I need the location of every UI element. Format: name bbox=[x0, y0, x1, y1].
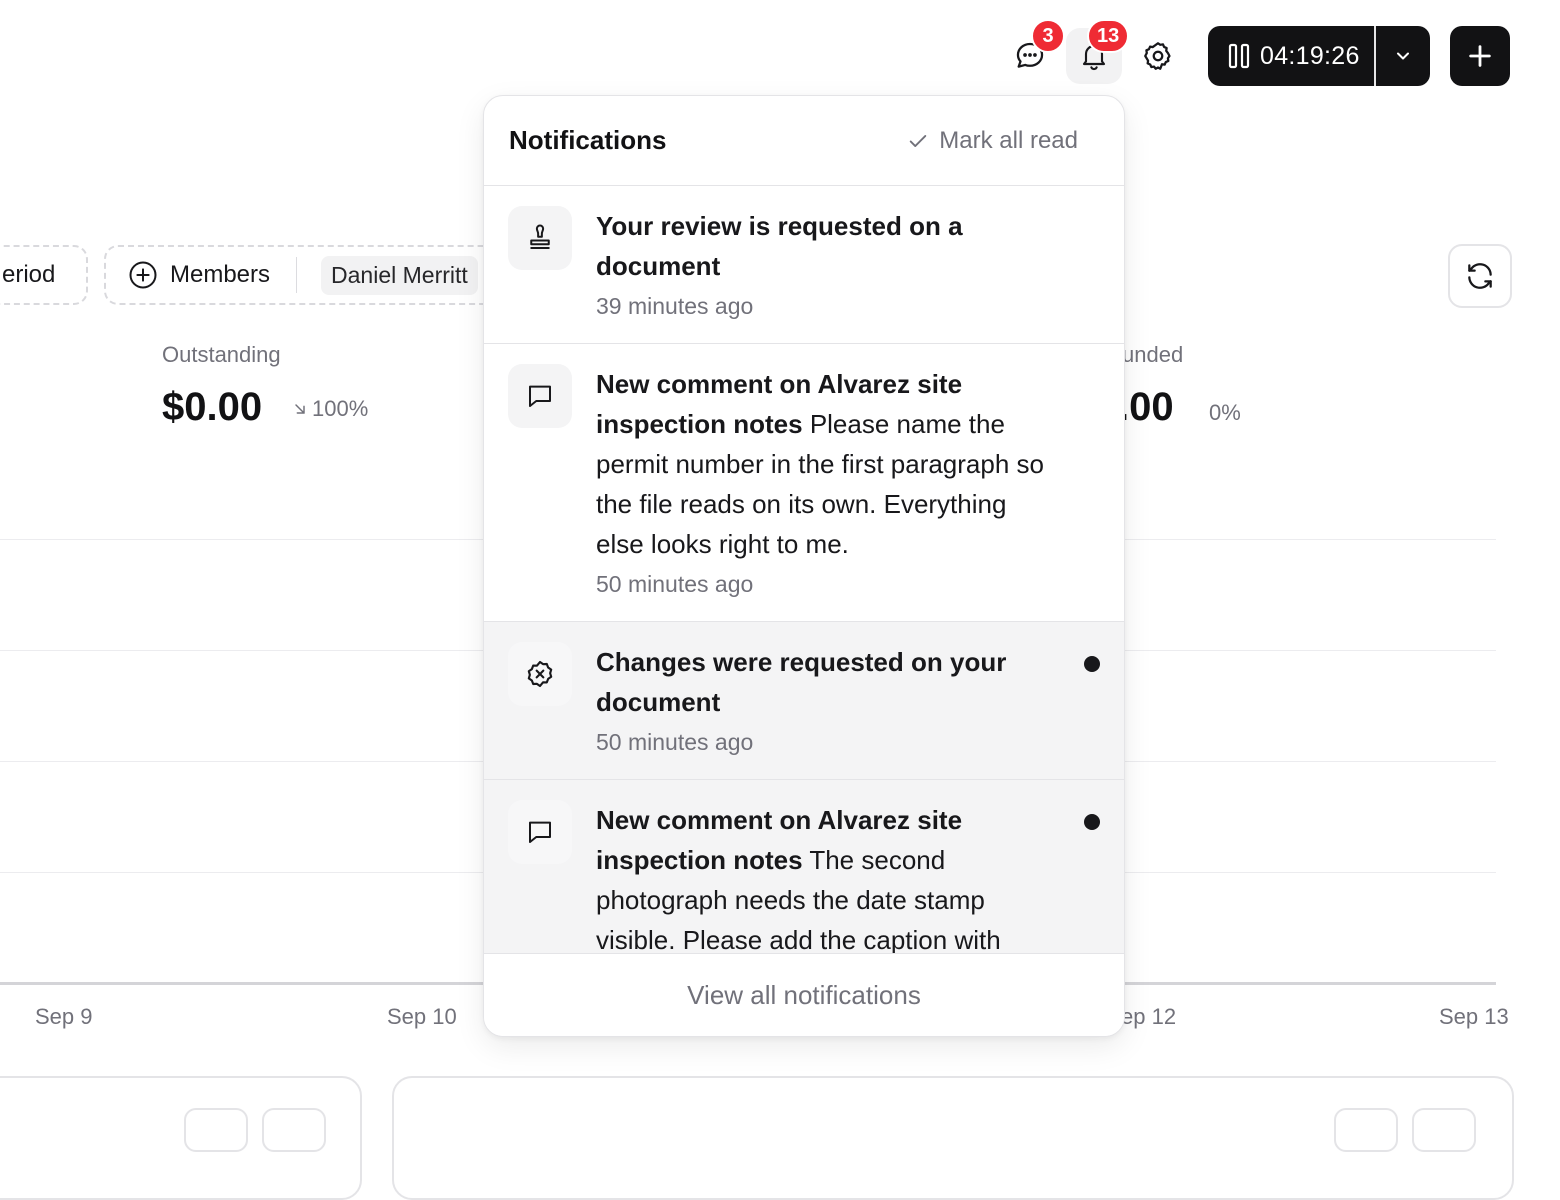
outstanding-change-value: 100% bbox=[312, 396, 369, 421]
card-button[interactable] bbox=[184, 1108, 248, 1152]
timer-pause-button[interactable]: 04:19:26 bbox=[1208, 42, 1374, 71]
notification-icon-wrap bbox=[508, 206, 572, 270]
notification-time: 39 minutes ago bbox=[596, 293, 754, 319]
notifications-title: Notifications bbox=[509, 125, 667, 155]
notification-time: 50 minutes ago bbox=[596, 571, 754, 597]
view-all-notifications-button[interactable]: View all notifications bbox=[484, 953, 1124, 1036]
chevron-down-icon bbox=[1397, 52, 1409, 60]
members-filter-label: Members bbox=[170, 261, 271, 288]
notifications-header: Notifications Mark all read bbox=[484, 96, 1124, 186]
x-tick-label: ep 12 bbox=[1121, 1004, 1177, 1029]
refresh-icon bbox=[1468, 263, 1492, 289]
x-tick-label: Sep 9 bbox=[35, 1004, 93, 1029]
x-tick-label: Sep 13 bbox=[1439, 1004, 1509, 1029]
notification-item[interactable]: Changes were requested on your document … bbox=[484, 622, 1124, 780]
mark-all-read-label: Mark all read bbox=[939, 126, 1078, 154]
member-tag: Daniel Merritt bbox=[321, 255, 478, 295]
card-button[interactable] bbox=[262, 1108, 326, 1152]
view-all-label: View all notifications bbox=[687, 979, 921, 1010]
notification-item[interactable]: New comment on Alvarez site inspection n… bbox=[484, 780, 1124, 955]
refunded-value: .00 bbox=[1118, 385, 1174, 429]
unread-dot bbox=[1084, 814, 1100, 830]
outstanding-label: Outstanding bbox=[162, 342, 281, 367]
pause-icon bbox=[1228, 43, 1250, 69]
check-icon bbox=[910, 134, 927, 147]
notification-title: Changes were requested on your document bbox=[596, 647, 1007, 717]
plus-circle-icon bbox=[129, 261, 157, 289]
notification-icon-wrap bbox=[508, 364, 572, 428]
unread-dot bbox=[1084, 656, 1100, 672]
timer-divider bbox=[1374, 26, 1376, 86]
refunded-change: 0% bbox=[1209, 400, 1241, 426]
notification-icon-wrap bbox=[508, 800, 572, 864]
messages-badge: 3 bbox=[1031, 19, 1065, 53]
x-tick-label: Sep 10 bbox=[387, 1004, 457, 1029]
card-button[interactable] bbox=[1412, 1108, 1476, 1152]
refresh-button[interactable] bbox=[1448, 244, 1512, 308]
stamp-icon bbox=[530, 224, 550, 249]
notification-item[interactable]: Your review is requested on a document 3… bbox=[484, 186, 1124, 344]
outstanding-value: $0.00 bbox=[162, 385, 263, 429]
period-filter[interactable]: eriod bbox=[0, 245, 88, 305]
card-button[interactable] bbox=[1334, 1108, 1398, 1152]
refunded-label: unded bbox=[1122, 342, 1184, 367]
period-filter-label: eriod bbox=[2, 261, 56, 288]
comment-icon bbox=[529, 821, 551, 843]
gear-icon bbox=[1144, 42, 1171, 70]
settings-button[interactable] bbox=[1130, 28, 1186, 84]
arrow-down-right-icon bbox=[295, 404, 305, 414]
refunded-change-value: 0% bbox=[1209, 400, 1241, 425]
plus-icon bbox=[1469, 45, 1491, 67]
notifications-badge: 13 bbox=[1087, 19, 1130, 53]
timer-value: 04:19:26 bbox=[1260, 41, 1360, 70]
create-button[interactable] bbox=[1450, 26, 1510, 86]
notification-icon-wrap bbox=[508, 642, 572, 706]
comment-icon bbox=[529, 385, 551, 407]
members-filter[interactable]: Members Daniel Merritt bbox=[104, 245, 524, 305]
members-filter-divider bbox=[296, 257, 298, 293]
notification-item[interactable]: New comment on Alvarez site inspection n… bbox=[484, 344, 1124, 622]
mark-all-read-button[interactable]: Mark all read bbox=[907, 127, 1078, 155]
x-badge-icon bbox=[527, 660, 553, 688]
notification-title: Your review is requested on a document bbox=[596, 211, 963, 281]
time-tracker: 04:19:26 bbox=[1208, 26, 1430, 86]
notification-time: 50 minutes ago bbox=[596, 729, 754, 755]
timer-dropdown-button[interactable] bbox=[1376, 26, 1430, 86]
outstanding-change: 100% bbox=[292, 396, 368, 422]
notifications-list[interactable]: Your review is requested on a document 3… bbox=[484, 186, 1124, 955]
notifications-panel: Notifications Mark all read Your review … bbox=[483, 95, 1125, 1037]
